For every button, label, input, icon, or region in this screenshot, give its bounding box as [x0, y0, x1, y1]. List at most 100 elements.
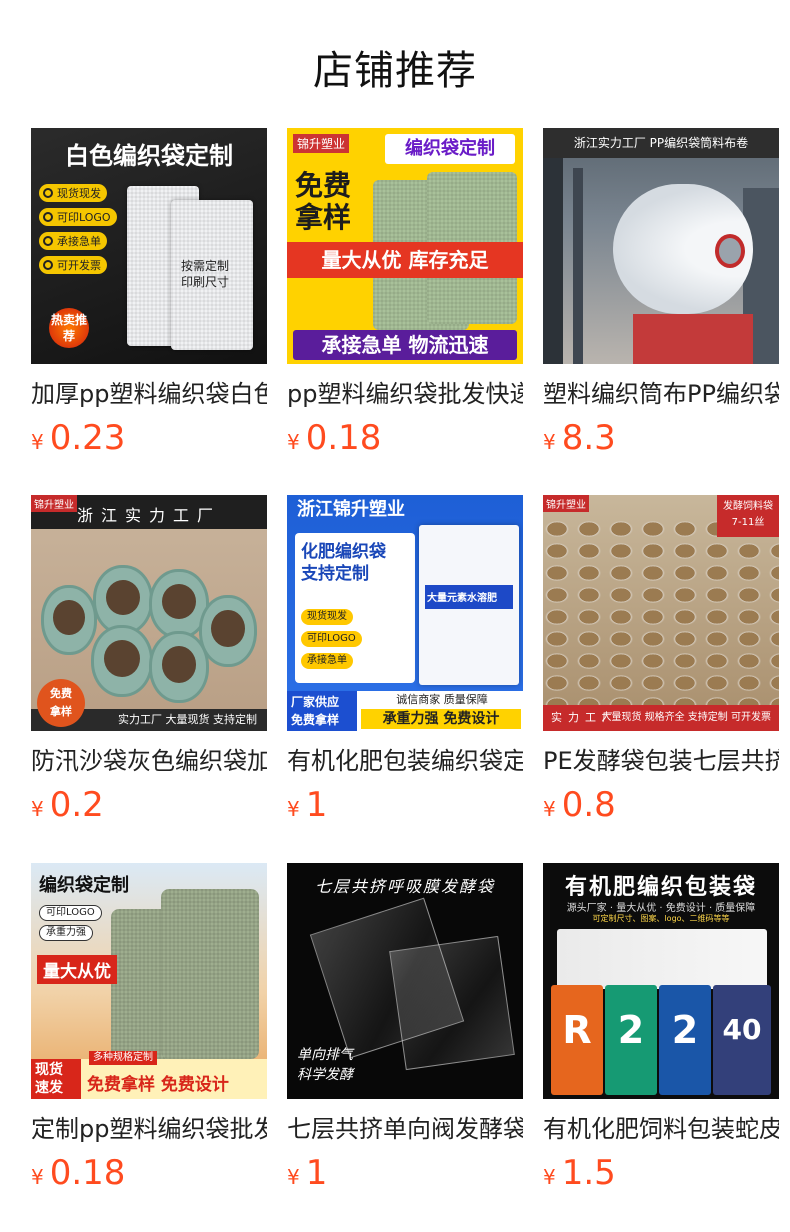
product-image[interactable]: 编织袋定制 可印LOGO 承重力强 量大从优 现货 速发 多种规格定制 免费拿样…	[31, 863, 267, 1099]
feature-pill: 可印LOGO	[39, 905, 102, 921]
price-value: 0.18	[305, 418, 382, 458]
factory-supply: 厂家供应 免费拿样	[287, 691, 357, 731]
currency-symbol: ¥	[287, 797, 300, 821]
fertilizer-bag: 大量元素水溶肥	[419, 525, 519, 685]
check-icon	[43, 188, 53, 198]
image-headline: 白色编织袋定制	[65, 142, 233, 170]
bag-row	[557, 929, 767, 989]
product-image[interactable]: 浙江实力工厂 PP编织袋筒料布卷	[543, 128, 779, 364]
sandbag-shape	[91, 625, 153, 697]
product-card[interactable]: 锦升塑业 发酵饲料袋 7-11丝 实力工厂 大量现货 规格齐全 支持定制 可开发…	[543, 495, 779, 825]
product-card[interactable]: 浙江实力工厂 锦升塑业 实力工厂 大量现货 支持定制 免费 拿样 防汛沙袋灰色编…	[31, 495, 267, 825]
corner-label: 发酵饲料袋 7-11丝	[717, 495, 779, 537]
product-price: ¥ 1	[287, 785, 523, 825]
bag-shape	[161, 889, 259, 1059]
image-subnote: 可定制尺寸、图案、logo、二维码等等	[592, 914, 730, 923]
currency-symbol: ¥	[287, 1165, 300, 1189]
check-icon	[43, 212, 53, 222]
feature-pill: 承重力强	[39, 925, 93, 941]
section-header: 店铺推荐	[0, 0, 790, 128]
price-value: 0.18	[49, 1153, 126, 1193]
image-footer: 实力工厂 大量现货 规格齐全 支持定制 可开发票	[543, 705, 779, 731]
bag-mark: 40	[713, 985, 771, 1095]
info-panel: 化肥编织袋 支持定制 现货现发 可印LOGO 承接急单	[295, 533, 415, 683]
promo-label: 量大从优	[37, 955, 117, 984]
product-image[interactable]: 浙江实力工厂 锦升塑业 实力工厂 大量现货 支持定制 免费 拿样	[31, 495, 267, 731]
product-title[interactable]: 有机化肥包装编织袋定制	[287, 745, 523, 777]
product-title[interactable]: 塑料编织筒布PP编织袋	[543, 378, 779, 410]
product-price: ¥ 1	[287, 1153, 523, 1193]
product-card[interactable]: 有机肥编织包装袋 源头厂家 · 量大从优 · 免费设计 · 质量保障 可定制尺寸…	[543, 863, 779, 1193]
product-title[interactable]: 防汛沙袋灰色编织袋加厚	[31, 745, 267, 777]
image-headline: 七层共挤呼吸膜发酵袋	[314, 877, 495, 896]
product-title[interactable]: 有机化肥饲料包装蛇皮袋	[543, 1113, 779, 1145]
price-value: 1	[305, 785, 328, 825]
image-subtitle: 源头厂家 · 量大从优 · 免费设计 · 质量保障	[566, 903, 756, 914]
promo-band: 量大从优 库存充足	[287, 242, 523, 278]
promo-text: 免费拿样 免费设计	[87, 1075, 229, 1095]
spec-label: 多种规格定制	[89, 1051, 157, 1065]
product-card[interactable]: 白色编织袋定制 现货现发 可印LOGO 承接急单 可开发票 按需定制 印刷尺寸 …	[31, 128, 267, 458]
image-footer: 厂家供应 免费拿样 诚信商家 质量保障 承重力强 免费设计	[287, 691, 523, 731]
product-title[interactable]: 加厚pp塑料编织袋白色	[31, 378, 267, 410]
price-value: 0.8	[561, 785, 616, 825]
image-headline: 编织袋定制	[385, 134, 515, 164]
sandbag-shape	[41, 585, 97, 655]
factory-label: 实力工厂	[551, 711, 619, 724]
promo-footer: 承接急单 物流迅速	[293, 330, 517, 360]
currency-symbol: ¥	[543, 430, 556, 454]
product-image[interactable]: 七层共挤呼吸膜发酵袋 单向排气 科学发酵	[287, 863, 523, 1099]
page-title: 店铺推荐	[313, 48, 477, 94]
brand-label: 锦升塑业	[31, 495, 77, 512]
currency-symbol: ¥	[543, 1165, 556, 1189]
price-value: 1.5	[561, 1153, 616, 1193]
product-card[interactable]: 锦升塑业 编织袋定制 免费 拿样 量大从优 库存充足 承接急单 物流迅速 pp塑…	[287, 128, 523, 458]
product-image[interactable]: 白色编织袋定制 现货现发 可印LOGO 承接急单 可开发票 按需定制 印刷尺寸 …	[31, 128, 267, 364]
product-title[interactable]: pp塑料编织袋批发快递	[287, 378, 523, 410]
image-headline: 编织袋定制	[39, 875, 129, 896]
product-image[interactable]: 锦升塑业 发酵饲料袋 7-11丝 实力工厂 大量现货 规格齐全 支持定制 可开发…	[543, 495, 779, 731]
feature-chip: 承接急单	[301, 653, 353, 669]
price-value: 1	[305, 1153, 328, 1193]
image-note: 按需定制 印刷尺寸	[181, 259, 230, 289]
product-image[interactable]: 有机肥编织包装袋 源头厂家 · 量大从优 · 免费设计 · 质量保障 可定制尺寸…	[543, 863, 779, 1099]
product-price: ¥ 1.5	[543, 1153, 779, 1193]
check-icon	[43, 260, 53, 270]
check-icon	[43, 236, 53, 246]
product-price: ¥ 8.3	[543, 418, 779, 458]
bag-mark: 2	[605, 985, 657, 1095]
image-footer: 现货 速发 多种规格定制 免费拿样 免费设计	[31, 1051, 267, 1099]
product-title[interactable]: PE发酵袋包装七层共挤	[543, 745, 779, 777]
sandbag-shape	[199, 595, 257, 667]
image-header: 浙江锦升塑业	[297, 499, 405, 520]
promo-strip: 承重力强 免费设计	[361, 709, 521, 729]
feature-tag: 现货现发	[39, 184, 107, 202]
currency-symbol: ¥	[287, 430, 300, 454]
image-headline: 有机肥编织包装袋	[564, 875, 757, 900]
hot-badge: 热卖推荐	[49, 308, 89, 348]
product-card[interactable]: 浙江锦升塑业 化肥编织袋 支持定制 现货现发 可印LOGO 承接急单 大量元素水…	[287, 495, 523, 825]
product-price: ¥ 0.18	[31, 1153, 267, 1193]
product-title[interactable]: 定制pp塑料编织袋批发	[31, 1113, 267, 1145]
product-title[interactable]: 七层共挤单向阀发酵袋	[287, 1113, 523, 1145]
feature-chip: 现货现发	[301, 609, 353, 625]
machine-rack	[543, 158, 563, 364]
currency-symbol: ¥	[31, 797, 44, 821]
price-value: 0.2	[49, 785, 104, 825]
product-card[interactable]: 浙江实力工厂 PP编织袋筒料布卷 塑料编织筒布PP编织袋 ¥ 8.3	[543, 128, 779, 458]
product-image[interactable]: 锦升塑业 编织袋定制 免费 拿样 量大从优 库存充足 承接急单 物流迅速	[287, 128, 523, 364]
footer-text: 大量现货 规格齐全 支持定制 可开发票	[601, 712, 771, 723]
product-card[interactable]: 七层共挤呼吸膜发酵袋 单向排气 科学发酵 七层共挤单向阀发酵袋 ¥ 1	[287, 863, 523, 1193]
trust-text: 诚信商家 质量保障	[396, 693, 488, 706]
roll-stand	[633, 314, 753, 364]
product-price: ¥ 0.2	[31, 785, 267, 825]
free-sample-text: 免费 拿样	[295, 169, 352, 234]
film-bag	[389, 935, 515, 1071]
feature-chip: 可印LOGO	[301, 631, 362, 647]
feature-tag: 可开发票	[39, 256, 107, 274]
bag-label: 大量元素水溶肥	[427, 593, 497, 604]
currency-symbol: ¥	[31, 1165, 44, 1189]
product-card[interactable]: 编织袋定制 可印LOGO 承重力强 量大从优 现货 速发 多种规格定制 免费拿样…	[31, 863, 267, 1193]
product-image[interactable]: 浙江锦升塑业 化肥编织袋 支持定制 现货现发 可印LOGO 承接急单 大量元素水…	[287, 495, 523, 731]
price-value: 8.3	[561, 418, 616, 458]
